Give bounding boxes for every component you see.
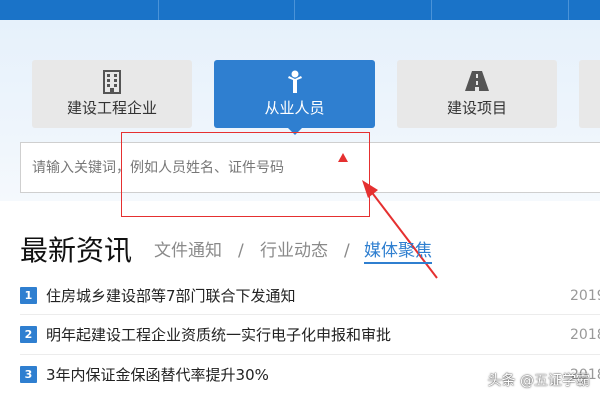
tab-industry-news[interactable]: 行业动态 xyxy=(260,240,328,262)
news-item-number: 2 xyxy=(20,326,37,343)
news-tab-separator: / xyxy=(344,241,350,261)
news-divider xyxy=(20,354,600,355)
news-item-title[interactable]: 明年起建设工程企业资质统一实行电子化申报和审批 xyxy=(46,322,391,348)
tab-media-focus[interactable]: 媒体聚焦 xyxy=(364,240,432,264)
news-item-date: 2019 xyxy=(570,288,600,304)
news-item-title[interactable]: 住房城乡建设部等7部门联合下发通知 xyxy=(46,283,296,309)
news-divider xyxy=(20,314,600,315)
news-item[interactable]: 2 明年起建设工程企业资质统一实行电子化申报和审批 2018 xyxy=(20,322,600,348)
news-item-number: 3 xyxy=(20,366,37,383)
news-tab-separator: / xyxy=(238,241,244,261)
news-item-date: 2018 xyxy=(570,327,600,343)
news-item-title[interactable]: 3年内保证金保函替代率提升30% xyxy=(46,362,269,388)
watermark-text: 头条 @五证学霸 xyxy=(487,373,590,389)
news-item[interactable]: 1 住房城乡建设部等7部门联合下发通知 2019 xyxy=(20,283,600,309)
news-section-title: 最新资讯 xyxy=(20,234,133,267)
news-item-number: 1 xyxy=(20,287,37,304)
tab-file-notice[interactable]: 文件通知 xyxy=(154,240,222,262)
